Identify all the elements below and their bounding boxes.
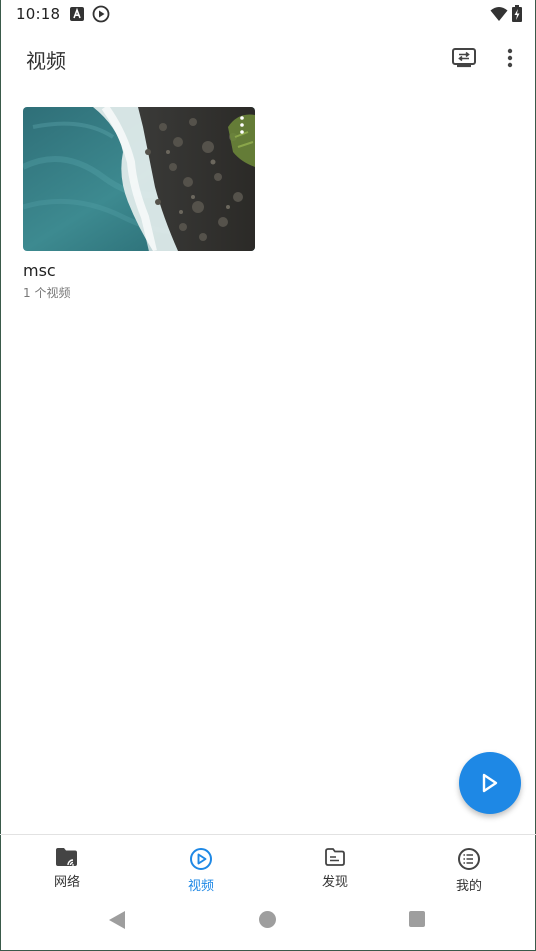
system-home-button[interactable] — [259, 911, 276, 928]
network-folder-icon — [56, 848, 77, 866]
aerial-coast-image — [23, 107, 255, 251]
back-triangle-icon — [109, 911, 125, 929]
nav-label-mine: 我的 — [455, 879, 482, 894]
nav-label-network: 网络 — [53, 875, 80, 890]
folder-icon — [325, 848, 345, 866]
system-navigation-bar — [0, 896, 536, 950]
system-recents-button[interactable] — [409, 911, 425, 927]
nav-item-mine[interactable]: 我的 — [402, 835, 536, 897]
more-vert-icon — [240, 116, 244, 134]
play-circle-icon — [190, 848, 212, 870]
more-vert-icon — [507, 48, 513, 68]
cast-icon — [452, 48, 476, 68]
status-time: 10:18 — [16, 5, 61, 23]
nav-item-video[interactable]: 视频 — [134, 835, 268, 897]
app-bar: 视频 — [0, 28, 536, 86]
page-title: 视频 — [26, 49, 66, 73]
wifi-icon — [490, 6, 508, 26]
nav-label-video: 视频 — [187, 879, 214, 894]
folder-more-button[interactable] — [235, 113, 249, 137]
play-fab-button[interactable] — [459, 752, 521, 814]
overflow-menu-button[interactable] — [498, 43, 522, 73]
play-notification-icon — [92, 5, 110, 23]
status-bar: 10:18 — [0, 0, 536, 28]
bottom-navigation: 网络 视频 发现 我的 — [0, 834, 536, 897]
nav-label-discover: 发现 — [321, 875, 348, 890]
nav-item-discover[interactable]: 发现 — [268, 835, 402, 897]
cast-button[interactable] — [450, 45, 478, 71]
video-folder-card[interactable]: msc 1 个视频 — [23, 107, 255, 301]
folder-video-count: 1 个视频 — [23, 286, 71, 300]
folder-name: msc — [23, 261, 56, 280]
system-back-button[interactable] — [108, 910, 126, 934]
battery-charging-icon — [512, 5, 522, 26]
folder-thumbnail[interactable] — [23, 107, 255, 251]
list-circle-icon — [458, 848, 480, 870]
nav-item-network[interactable]: 网络 — [0, 835, 134, 897]
a-notification-icon — [69, 6, 85, 22]
play-icon — [482, 773, 498, 793]
